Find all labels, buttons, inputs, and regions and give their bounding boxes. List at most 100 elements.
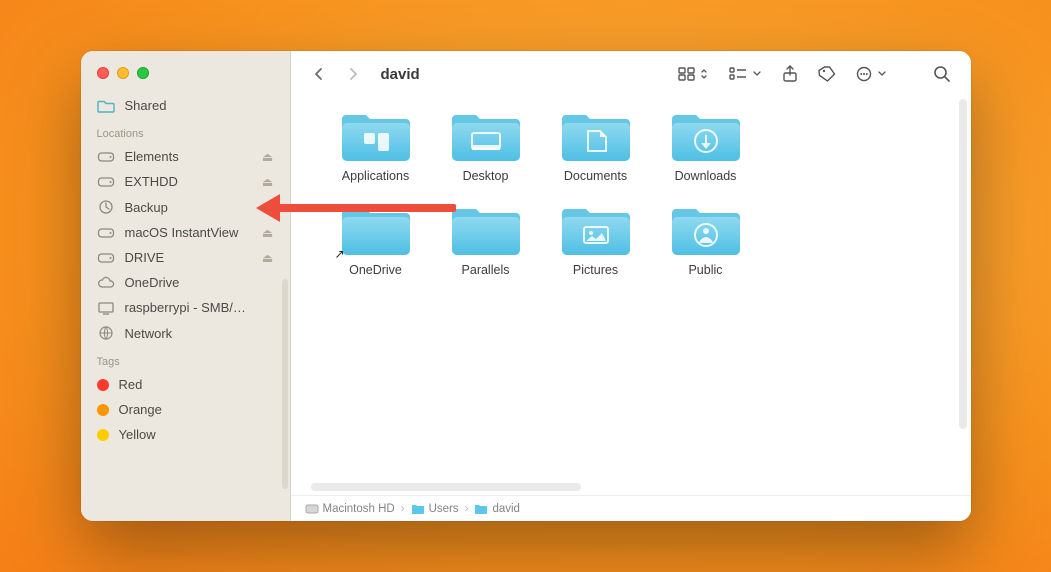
sidebar-item-shared[interactable]: Shared xyxy=(81,93,290,118)
sidebar-section-tags: Tags xyxy=(81,346,290,372)
sidebar-item-label: EXTHDD xyxy=(125,174,250,189)
path-separator-icon: › xyxy=(465,503,469,515)
sidebar: Shared Locations Elements ⏏ EXTHDD ⏏ Backup ↻… xyxy=(81,51,291,521)
content-scrollbar-vertical[interactable] xyxy=(959,99,967,429)
folder-desktop[interactable]: Desktop xyxy=(431,109,541,183)
back-button[interactable] xyxy=(305,62,333,86)
finder-window: Shared Locations Elements ⏏ EXTHDD ⏏ Backup ↻… xyxy=(81,51,971,521)
sidebar-item-label: Backup xyxy=(125,200,250,215)
folder-icon xyxy=(561,109,631,163)
folder-label: Documents xyxy=(564,169,627,183)
sidebar-tag-orange[interactable]: Orange xyxy=(81,397,290,422)
sidebar-tag-red[interactable]: Red xyxy=(81,372,290,397)
eject-button[interactable]: ⏏ xyxy=(260,251,276,265)
folder-icon: ↗ xyxy=(341,203,411,257)
eject-button[interactable]: ⏏ xyxy=(260,150,276,164)
folder-label: Applications xyxy=(342,169,409,183)
window-controls xyxy=(81,63,290,93)
folder-icon xyxy=(671,109,741,163)
tag-dot-icon xyxy=(97,379,109,391)
sidebar-item-label: Shared xyxy=(125,98,276,113)
sidebar-item-label: Red xyxy=(119,377,276,392)
path-bar: Macintosh HD › Users › david xyxy=(291,495,971,521)
path-segment-label: Users xyxy=(429,503,459,515)
folder-label: OneDrive xyxy=(349,263,402,277)
disk-icon xyxy=(97,251,115,265)
folder-onedrive[interactable]: ↗ OneDrive xyxy=(321,203,431,277)
window-title: david xyxy=(381,66,420,83)
more-actions-button[interactable] xyxy=(850,62,893,86)
shared-folder-icon xyxy=(97,99,115,113)
path-segment[interactable]: Macintosh HD xyxy=(305,503,395,515)
screen-icon xyxy=(97,301,115,315)
sidebar-item-label: macOS InstantView xyxy=(125,225,250,240)
sidebar-location-drive[interactable]: DRIVE ⏏ xyxy=(81,245,290,270)
sidebar-location-elements[interactable]: Elements ⏏ xyxy=(81,144,290,169)
tags-button[interactable] xyxy=(812,62,842,86)
disk-icon xyxy=(97,175,115,189)
sidebar-scrollbar[interactable] xyxy=(282,279,288,489)
sidebar-section-locations: Locations xyxy=(81,118,290,144)
chevron-down-icon xyxy=(877,69,887,79)
eject-button[interactable]: ⏏ xyxy=(260,175,276,189)
zoom-window-button[interactable] xyxy=(137,67,149,79)
folder-downloads[interactable]: Downloads xyxy=(651,109,761,183)
search-button[interactable] xyxy=(927,61,957,87)
globe-icon xyxy=(97,325,115,341)
folder-pictures[interactable]: Pictures xyxy=(541,203,651,277)
chevron-down-icon xyxy=(752,69,762,79)
forward-button[interactable] xyxy=(339,62,367,86)
group-by-button[interactable] xyxy=(723,63,768,85)
folder-icon xyxy=(671,203,741,257)
sidebar-location-onedrive[interactable]: OneDrive xyxy=(81,270,290,295)
time-icon xyxy=(97,199,115,215)
sidebar-item-label: DRIVE xyxy=(125,250,250,265)
sidebar-item-label: Yellow xyxy=(119,427,276,442)
sidebar-item-label: Orange xyxy=(119,402,276,417)
main-pane: david xyxy=(291,51,971,521)
content-scrollbar-horizontal[interactable] xyxy=(311,483,581,491)
folder-label: Desktop xyxy=(463,169,509,183)
content-area[interactable]: Applications Desktop Documents Downloads ↗ On… xyxy=(291,97,971,495)
sidebar-location-macos-instantview[interactable]: macOS InstantView ⏏ xyxy=(81,220,290,245)
sidebar-tag-yellow[interactable]: Yellow xyxy=(81,422,290,447)
disk-icon xyxy=(97,150,115,164)
path-segment[interactable]: Users xyxy=(411,503,459,515)
folder-public[interactable]: Public xyxy=(651,203,761,277)
chevron-updown-icon xyxy=(699,67,709,81)
toolbar: david xyxy=(291,51,971,97)
alias-badge-icon: ↗ xyxy=(335,247,345,261)
view-icons-button[interactable] xyxy=(672,63,715,85)
path-segment-label: Macintosh HD xyxy=(323,503,395,515)
folder-applications[interactable]: Applications xyxy=(321,109,431,183)
minimize-window-button[interactable] xyxy=(117,67,129,79)
sidebar-location-backup[interactable]: Backup ↻ xyxy=(81,194,290,220)
eject-button[interactable]: ⏏ xyxy=(260,226,276,240)
sidebar-location-exthdd[interactable]: EXTHDD ⏏ xyxy=(81,169,290,194)
disk-icon xyxy=(97,226,115,240)
folder-parallels[interactable]: Parallels xyxy=(431,203,541,277)
share-button[interactable] xyxy=(776,61,804,87)
path-segment[interactable]: david xyxy=(474,503,520,515)
close-window-button[interactable] xyxy=(97,67,109,79)
cloud-icon xyxy=(97,276,115,290)
sidebar-item-label: OneDrive xyxy=(125,275,250,290)
folder-label: Downloads xyxy=(675,169,737,183)
folder-label: Parallels xyxy=(462,263,510,277)
folder-icon xyxy=(561,203,631,257)
sidebar-location-raspberrypi-smb-cifs[interactable]: raspberrypi - SMB/CIFS xyxy=(81,295,290,320)
tag-dot-icon xyxy=(97,404,109,416)
sidebar-item-label: Elements xyxy=(125,149,250,164)
folder-label: Pictures xyxy=(573,263,618,277)
tag-dot-icon xyxy=(97,429,109,441)
folder-icon xyxy=(341,109,411,163)
path-separator-icon: › xyxy=(401,503,405,515)
folder-icon xyxy=(451,203,521,257)
folder-documents[interactable]: Documents xyxy=(541,109,651,183)
sync-button[interactable]: ↻ xyxy=(260,200,276,214)
folder-label: Public xyxy=(688,263,722,277)
path-segment-label: david xyxy=(492,503,520,515)
icon-grid: Applications Desktop Documents Downloads ↗ On… xyxy=(321,109,951,277)
sidebar-location-network[interactable]: Network xyxy=(81,320,290,346)
sidebar-item-label: raspberrypi - SMB/CIFS xyxy=(125,300,250,315)
